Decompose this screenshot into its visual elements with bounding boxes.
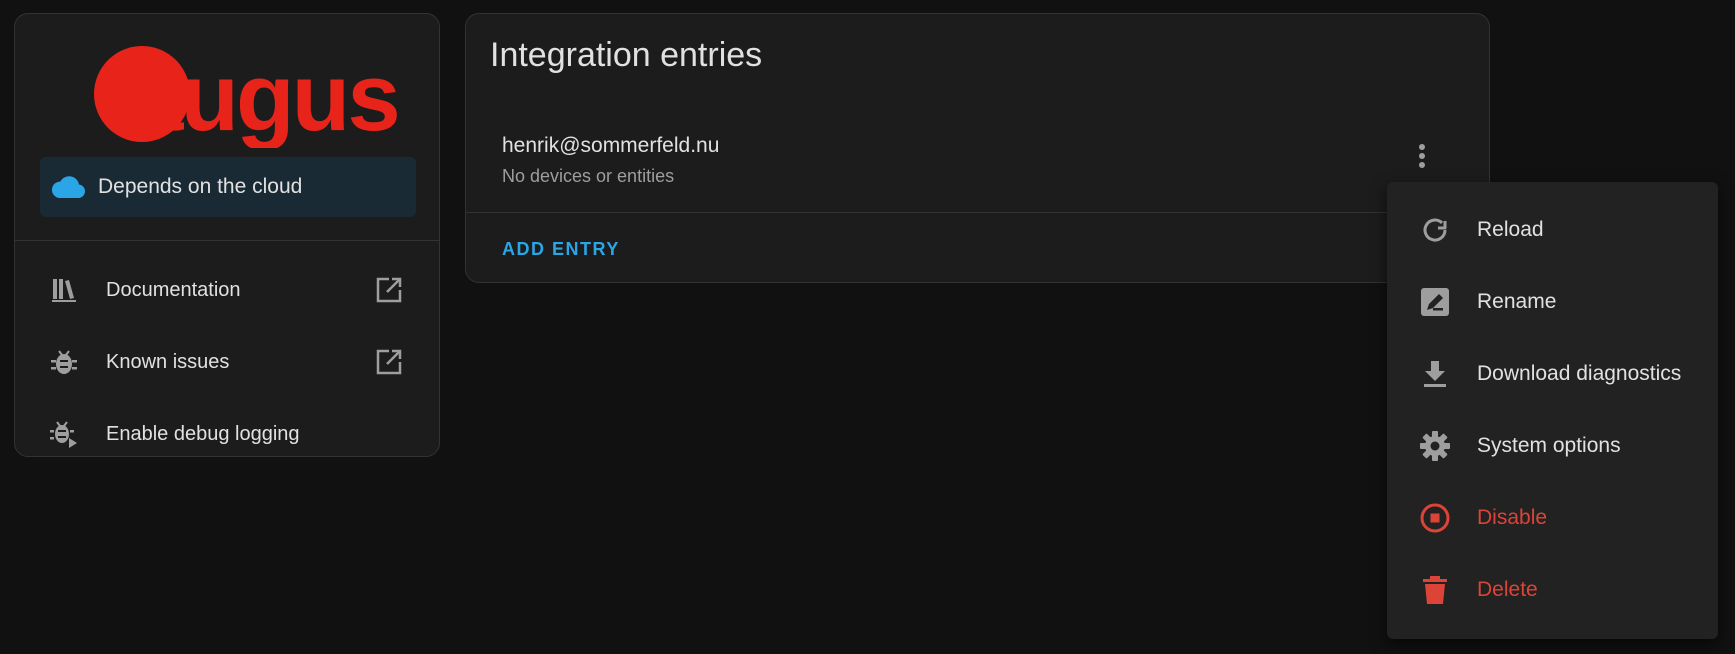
download-icon [1417, 356, 1453, 392]
integration-info-card: august Depends on the cloud Documentatio… [14, 13, 440, 457]
menu-item-download-diagnostics[interactable]: Download diagnostics [1387, 338, 1718, 410]
cloud-badge-label: Depends on the cloud [98, 175, 303, 198]
trash-icon [1417, 572, 1453, 608]
entry-list-item[interactable]: henrik@sommerfeld.nu No devices or entit… [466, 114, 1489, 204]
documentation-link[interactable]: Documentation [15, 257, 441, 323]
known-issues-link[interactable]: Known issues [15, 329, 441, 395]
menu-item-label: System options [1477, 434, 1621, 457]
open-in-new-icon [373, 274, 405, 306]
enable-debug-logging-button[interactable]: Enable debug logging [15, 401, 441, 467]
menu-item-label: Reload [1477, 218, 1544, 241]
integration-entries-card: Integration entries henrik@sommerfeld.nu… [465, 13, 1490, 283]
bug-icon [48, 346, 80, 378]
bug-play-icon [48, 418, 80, 450]
divider [466, 212, 1489, 213]
menu-item-label: Delete [1477, 578, 1538, 601]
open-in-new-icon [373, 346, 405, 378]
menu-item-system-options[interactable]: System options [1387, 410, 1718, 482]
divider [15, 240, 439, 241]
entry-subtitle: No devices or entities [502, 166, 675, 186]
enable-debug-logging-label: Enable debug logging [106, 422, 300, 445]
stop-circle-icon [1417, 500, 1453, 536]
rename-icon [1417, 284, 1453, 320]
reload-icon [1417, 212, 1453, 248]
august-logo: august [94, 44, 397, 148]
dots-vertical-icon [1418, 143, 1426, 174]
entry-overflow-menu: Reload Rename Download diagnostics Syste… [1387, 182, 1718, 639]
menu-item-label: Disable [1477, 506, 1548, 529]
menu-item-reload[interactable]: Reload [1387, 194, 1718, 266]
documentation-label: Documentation [106, 278, 241, 301]
book-shelf-icon [48, 274, 80, 306]
menu-item-label: Download diagnostics [1477, 362, 1682, 385]
cloud-icon [52, 169, 88, 205]
menu-item-disable[interactable]: Disable [1387, 482, 1718, 554]
menu-item-delete[interactable]: Delete [1387, 554, 1718, 626]
entry-title: henrik@sommerfeld.nu [502, 134, 720, 157]
gear-icon [1417, 428, 1453, 464]
menu-item-rename[interactable]: Rename [1387, 266, 1718, 338]
menu-item-label: Rename [1477, 290, 1557, 313]
cloud-dependency-badge: Depends on the cloud [40, 157, 416, 217]
entries-title: Integration entries [490, 36, 763, 74]
entry-overflow-menu-button[interactable] [1402, 138, 1442, 178]
add-entry-button[interactable]: ADD ENTRY [502, 239, 620, 260]
known-issues-label: Known issues [106, 350, 230, 373]
